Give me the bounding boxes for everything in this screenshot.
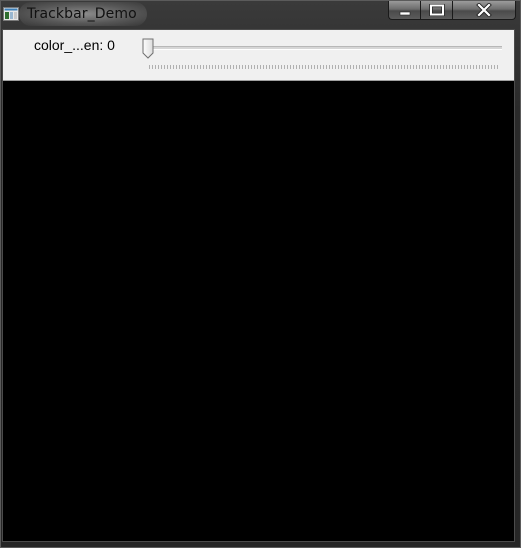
image-canvas[interactable]	[3, 81, 514, 541]
maximize-button[interactable]	[420, 1, 452, 20]
window-title: Trackbar_Demo	[27, 6, 137, 22]
close-icon	[476, 3, 492, 17]
trackbar-value: 0	[107, 37, 115, 53]
slider-thumb[interactable]	[142, 38, 154, 59]
trackbar-separator: :	[99, 37, 108, 53]
app-window: Trackbar_Demo color_...en: 0	[0, 0, 521, 548]
slider-ticks	[149, 65, 498, 69]
client-area: color_...en: 0	[2, 29, 515, 542]
minimize-button[interactable]	[388, 1, 420, 20]
maximize-icon	[428, 4, 445, 16]
trackbar-label: color_...en: 0	[34, 37, 115, 53]
opencv-window-icon[interactable]	[3, 7, 19, 21]
close-button[interactable]	[452, 1, 516, 20]
caption-buttons	[388, 1, 516, 20]
minimize-icon	[398, 4, 412, 16]
title-bar[interactable]: Trackbar_Demo	[1, 1, 521, 28]
slider-track[interactable]	[149, 46, 502, 50]
trackbar-panel: color_...en: 0	[3, 30, 514, 81]
trackbar-name: color_...en	[34, 37, 100, 53]
